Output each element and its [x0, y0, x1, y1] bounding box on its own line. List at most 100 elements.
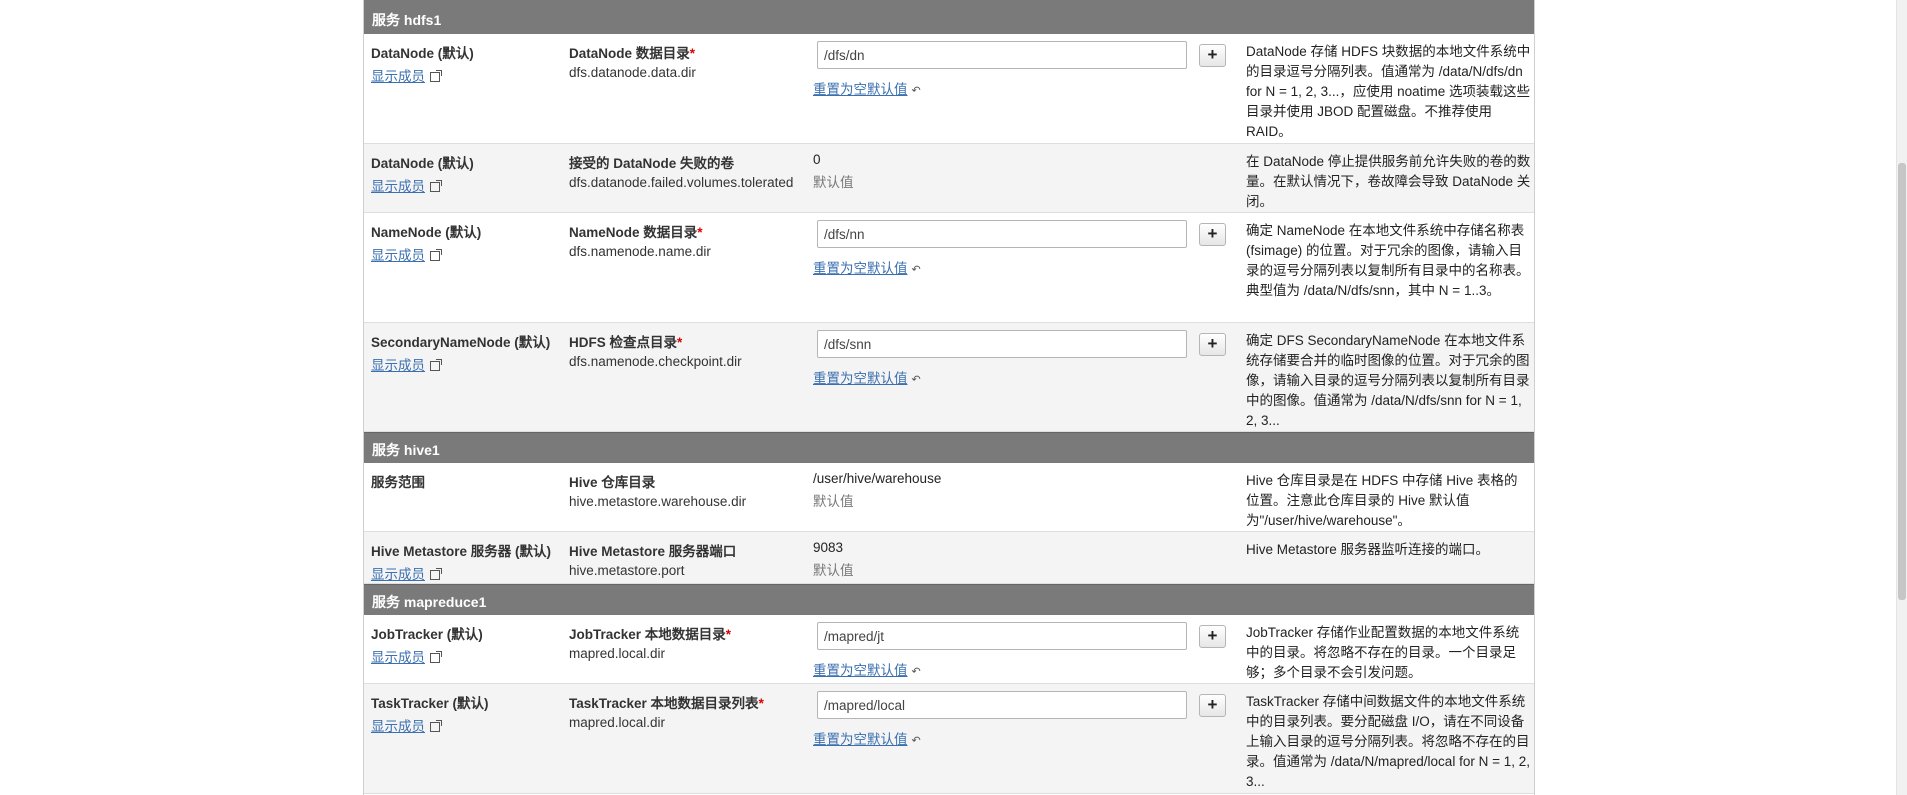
scope-cell: NameNode (默认) 显示成员	[371, 221, 566, 264]
add-value-button[interactable]: +	[1199, 694, 1226, 717]
property-cell: Hive Metastore 服务器端口 hive.metastore.port	[569, 540, 809, 578]
reset-label: 重置为空默认值	[813, 261, 908, 276]
show-members-label: 显示成员	[371, 719, 425, 734]
section-header-hive1: 服务 hive1	[364, 432, 1534, 463]
undo-icon: ↶	[911, 264, 921, 276]
scope-cell: TaskTracker (默认) 显示成员	[371, 692, 566, 735]
add-value-button[interactable]: +	[1199, 625, 1226, 648]
reset-label: 重置为空默认值	[813, 732, 908, 747]
description: DataNode 存储 HDFS 块数据的本地文件系统中的目录逗号分隔列表。值通…	[1246, 44, 1531, 139]
config-row-datanode-data-dir: DataNode (默认) 显示成员 DataNode 数据目录* dfs.da…	[364, 34, 1534, 144]
show-members-link[interactable]: 显示成员	[371, 646, 442, 666]
value-cell: 0 默认值	[813, 152, 1221, 191]
property-key: dfs.namenode.name.dir	[569, 244, 711, 259]
section-header-hdfs1: 服务 hdfs1	[364, 0, 1534, 34]
configuration-panel: 服务 hdfs1 DataNode (默认) 显示成员 DataNode 数据目…	[363, 0, 1535, 795]
reset-to-default-link[interactable]: 重置为空默认值 ↶	[813, 367, 921, 387]
reset-label: 重置为空默认值	[813, 82, 908, 97]
description: Hive Metastore 服务器监听连接的端口。	[1246, 542, 1490, 557]
property-label: HDFS 检查点目录*	[569, 331, 809, 351]
property-key: mapred.local.dir	[569, 646, 666, 661]
show-members-label: 显示成员	[371, 567, 425, 582]
property-cell: JobTracker 本地数据目录* mapred.local.dir	[569, 623, 809, 661]
property-key: hive.metastore.warehouse.dir	[569, 494, 747, 509]
property-label: JobTracker 本地数据目录*	[569, 623, 809, 643]
property-label-text: TaskTracker 本地数据目录列表	[569, 696, 759, 711]
external-link-icon	[430, 568, 442, 581]
property-label: 接受的 DataNode 失败的卷	[569, 156, 735, 171]
reset-to-default-link[interactable]: 重置为空默认值 ↶	[813, 78, 921, 98]
description: 在 DataNode 停止提供服务前允许失败的卷的数量。在默认情况下，卷故障会导…	[1246, 154, 1531, 209]
external-link-icon	[430, 720, 442, 733]
scrollbar-thumb[interactable]	[1898, 163, 1906, 600]
property-label: Hive Metastore 服务器端口	[569, 544, 737, 559]
property-label-text: JobTracker 本地数据目录	[569, 627, 726, 642]
show-members-link[interactable]: 显示成员	[371, 354, 442, 374]
required-marker: *	[689, 46, 696, 61]
reset-label: 重置为空默认值	[813, 371, 908, 386]
required-marker: *	[758, 696, 764, 711]
config-row-hive-warehouse: 服务范围 Hive 仓库目录 hive.metastore.warehouse.…	[364, 463, 1534, 532]
config-row-namenode-name-dir: NameNode (默认) 显示成员 NameNode 数据目录* dfs.na…	[364, 213, 1534, 323]
value-cell: /user/hive/warehouse 默认值	[813, 471, 1221, 510]
show-members-link[interactable]: 显示成员	[371, 65, 442, 85]
reset-to-default-link[interactable]: 重置为空默认值 ↶	[813, 257, 921, 277]
config-row-checkpoint-dir: SecondaryNameNode (默认) 显示成员 HDFS 检查点目录* …	[364, 323, 1534, 432]
value-input[interactable]	[817, 691, 1187, 719]
show-members-link[interactable]: 显示成员	[371, 244, 442, 264]
description: Hive 仓库目录是在 HDFS 中存储 Hive 表格的位置。注意此仓库目录的…	[1246, 473, 1518, 528]
add-value-button[interactable]: +	[1199, 223, 1226, 246]
add-value-button[interactable]: +	[1199, 333, 1226, 356]
external-link-icon	[430, 359, 442, 372]
show-members-label: 显示成员	[371, 179, 425, 194]
property-label-text: DataNode 数据目录	[569, 46, 690, 61]
value-input[interactable]	[817, 622, 1187, 650]
value-cell: 9083 默认值	[813, 540, 1221, 579]
scope-cell: SecondaryNameNode (默认) 显示成员	[371, 331, 566, 374]
undo-icon: ↶	[911, 666, 921, 678]
external-link-icon	[430, 180, 442, 193]
current-value: /user/hive/warehouse	[813, 471, 942, 486]
scope-label: SecondaryNameNode (默认)	[371, 335, 551, 350]
show-members-label: 显示成员	[371, 69, 425, 84]
value-input[interactable]	[817, 41, 1187, 69]
add-value-button[interactable]: +	[1199, 44, 1226, 67]
scope-label: TaskTracker (默认)	[371, 696, 489, 711]
value-input[interactable]	[817, 330, 1187, 358]
external-link-icon	[430, 651, 442, 664]
vertical-scrollbar[interactable]	[1896, 0, 1907, 795]
required-marker: *	[677, 335, 683, 350]
external-link-icon	[430, 249, 442, 262]
scope-cell: Hive Metastore 服务器 (默认) 显示成员	[371, 540, 566, 583]
property-label: Hive 仓库目录	[569, 475, 656, 490]
value-input[interactable]	[817, 220, 1187, 248]
property-label: NameNode 数据目录*	[569, 221, 809, 241]
default-value-tag: 默认值	[813, 563, 854, 578]
reset-to-default-link[interactable]: 重置为空默认值 ↶	[813, 728, 921, 748]
show-members-label: 显示成员	[371, 248, 425, 263]
undo-icon: ↶	[911, 85, 921, 97]
config-row-failed-volumes: DataNode (默认) 显示成员 接受的 DataNode 失败的卷 dfs…	[364, 144, 1534, 213]
scope-cell: 服务范围	[371, 471, 566, 491]
property-cell: Hive 仓库目录 hive.metastore.warehouse.dir	[569, 471, 809, 509]
undo-icon: ↶	[911, 374, 921, 386]
default-value-tag: 默认值	[813, 175, 854, 190]
scope-label: DataNode (默认)	[371, 46, 474, 61]
external-link-icon	[430, 70, 442, 83]
current-value: 9083	[813, 540, 844, 555]
current-value: 0	[813, 152, 821, 167]
show-members-link[interactable]: 显示成员	[371, 563, 442, 583]
property-key: mapred.local.dir	[569, 715, 666, 730]
config-row-jobtracker-local-dir: JobTracker (默认) 显示成员 JobTracker 本地数据目录* …	[364, 615, 1534, 684]
description: TaskTracker 存储中间数据文件的本地文件系统中的目录列表。要分配磁盘 …	[1246, 694, 1530, 789]
property-key: dfs.datanode.data.dir	[569, 65, 696, 80]
property-label: DataNode 数据目录*	[569, 42, 809, 62]
required-marker: *	[697, 225, 703, 240]
show-members-link[interactable]: 显示成员	[371, 175, 442, 195]
scope-label: DataNode (默认)	[371, 156, 474, 171]
undo-icon: ↶	[911, 735, 921, 747]
property-label: TaskTracker 本地数据目录列表*	[569, 692, 809, 712]
scope-cell: DataNode (默认) 显示成员	[371, 152, 566, 195]
reset-to-default-link[interactable]: 重置为空默认值 ↶	[813, 659, 921, 679]
show-members-link[interactable]: 显示成员	[371, 715, 442, 735]
